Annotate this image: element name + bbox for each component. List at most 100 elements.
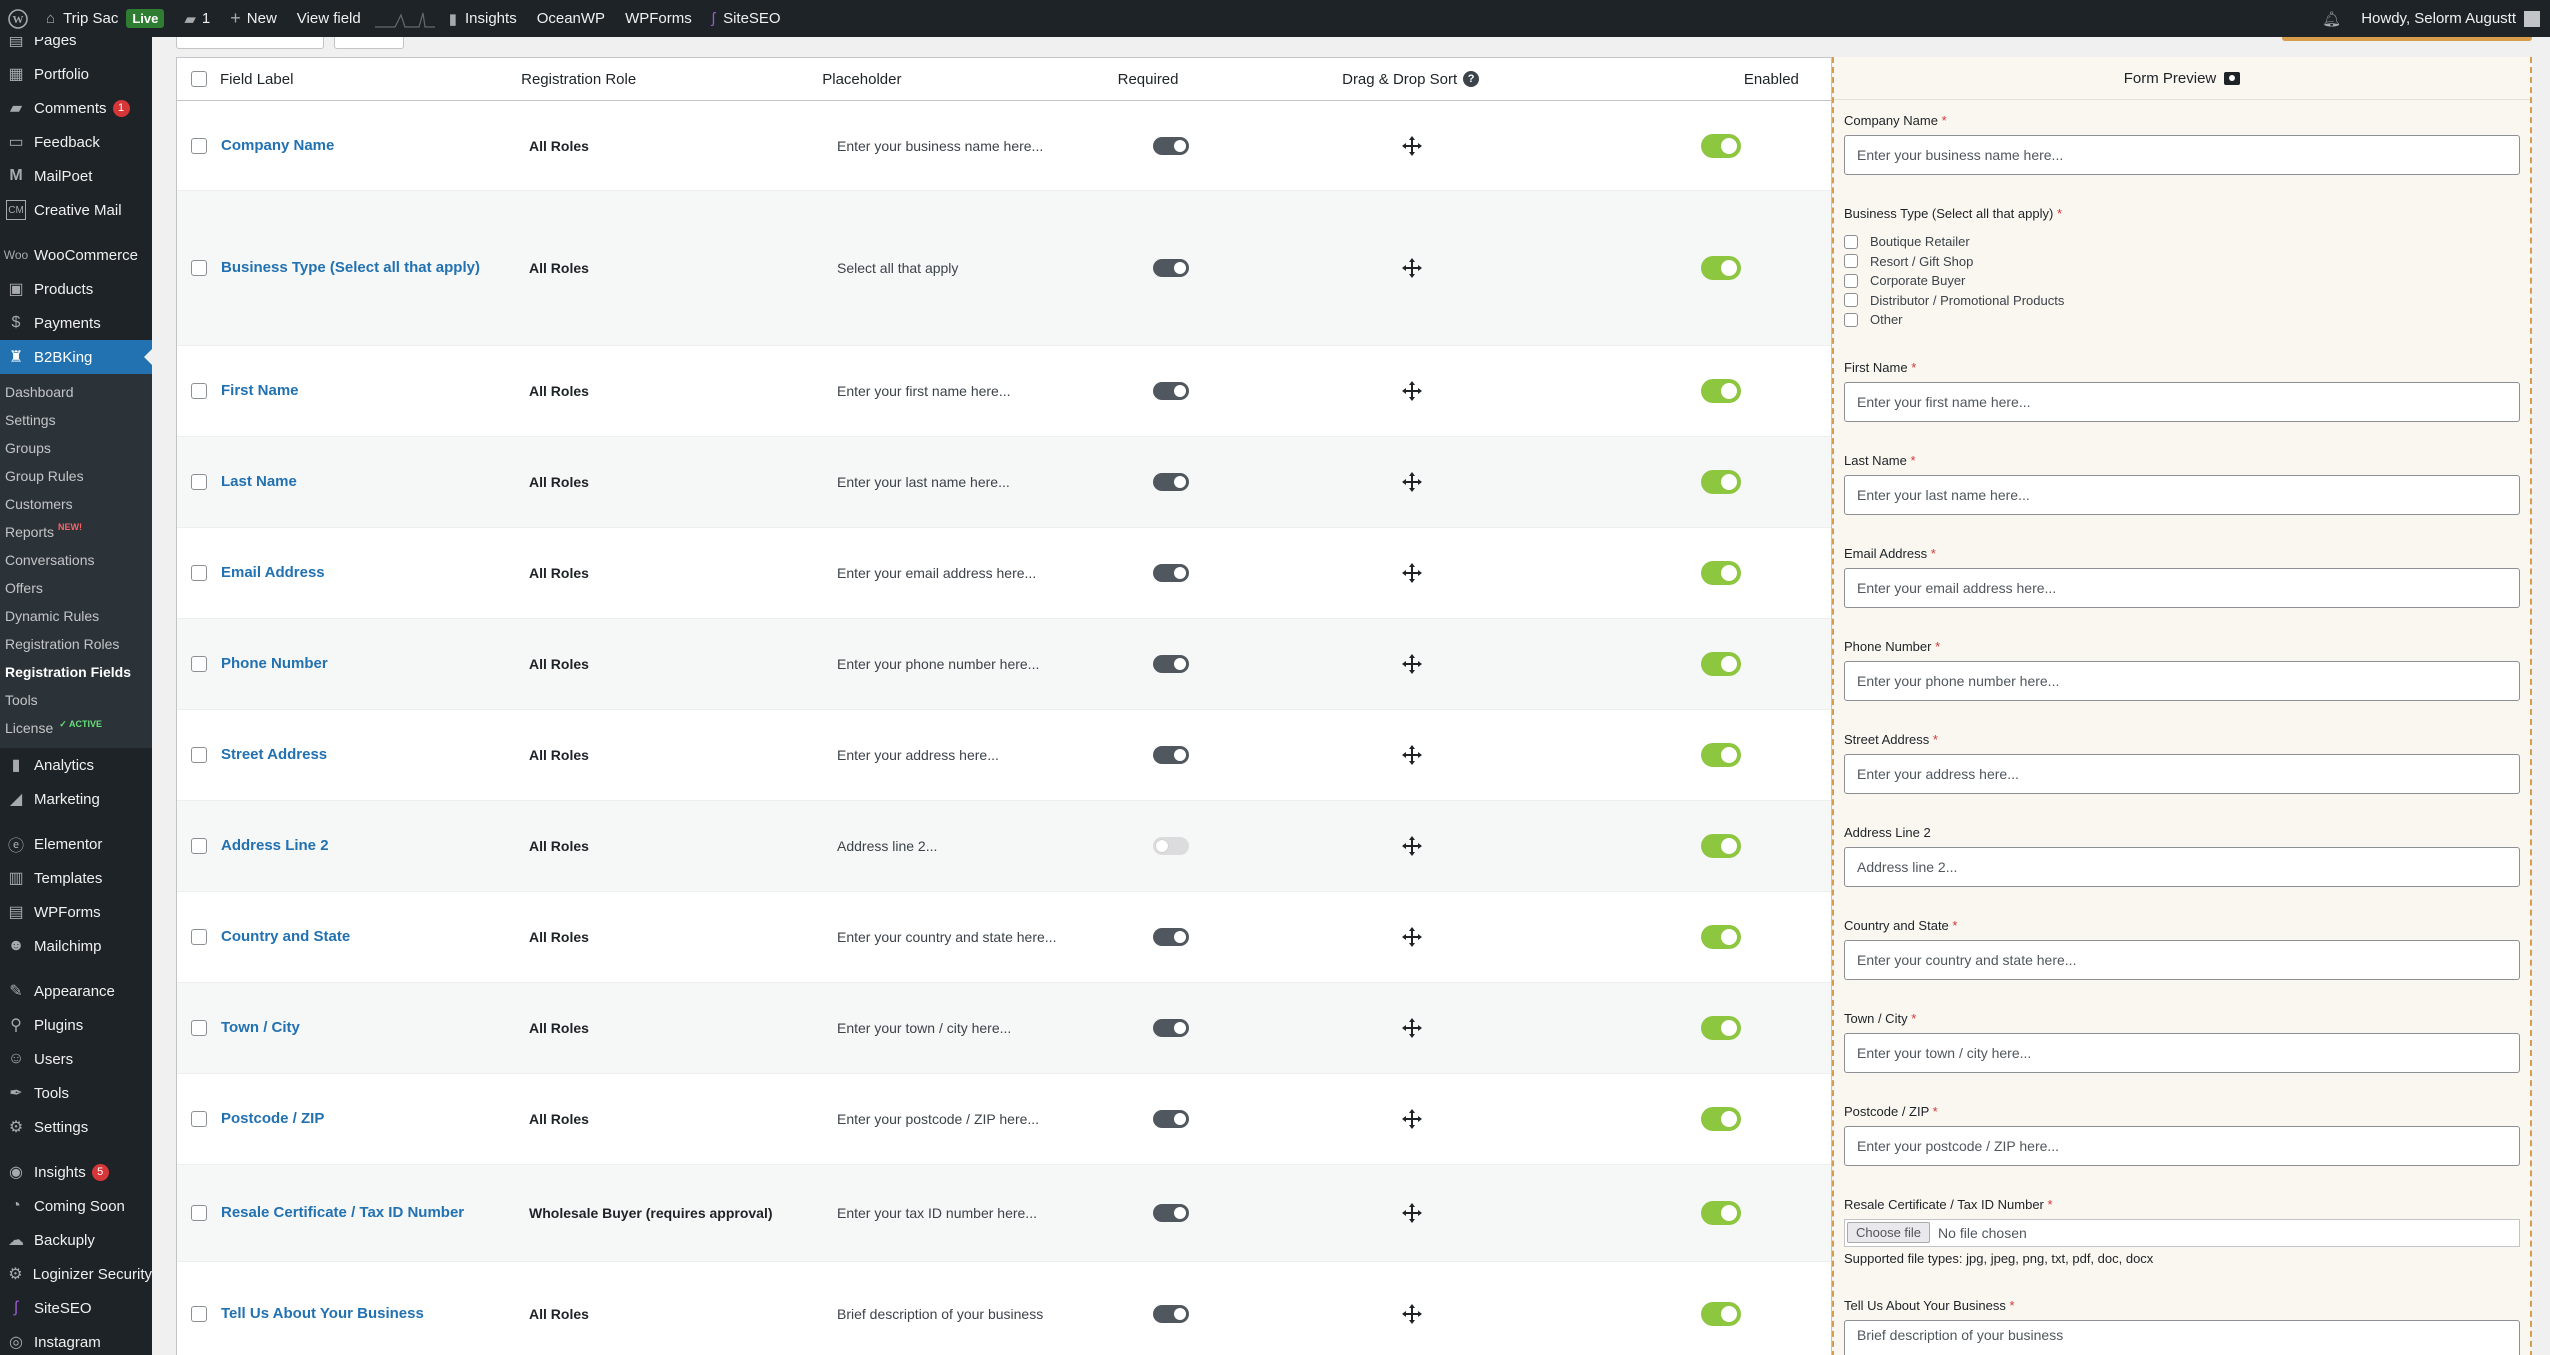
new-content-link[interactable]: + New xyxy=(220,0,287,37)
drag-handle-icon[interactable] xyxy=(1401,926,1423,948)
option-checkbox[interactable] xyxy=(1844,273,1858,288)
drag-handle-icon[interactable] xyxy=(1401,835,1423,857)
row-checkbox[interactable] xyxy=(191,260,207,276)
required-toggle[interactable] xyxy=(1153,655,1189,673)
sidebar-item-appearance[interactable]: ✎ Appearance xyxy=(0,974,152,1008)
enabled-toggle[interactable] xyxy=(1701,470,1741,494)
notifications-bell-icon[interactable]: 🔔︎ xyxy=(2312,0,2351,37)
submenu-item-registration-roles[interactable]: Registration Roles xyxy=(0,630,152,658)
row-checkbox[interactable] xyxy=(191,747,207,763)
required-toggle[interactable] xyxy=(1153,564,1189,582)
enabled-toggle[interactable] xyxy=(1701,652,1741,676)
field-label-link[interactable]: Country and State xyxy=(221,928,350,945)
preview-text-input[interactable]: Enter your phone number here... xyxy=(1844,660,2520,701)
sidebar-item-backuply[interactable]: ☁ Backuply xyxy=(0,1223,152,1257)
option-checkbox[interactable] xyxy=(1844,293,1858,308)
required-toggle[interactable] xyxy=(1153,837,1189,855)
sidebar-item-users[interactable]: ☺ Users xyxy=(0,1042,152,1076)
user-account-link[interactable]: Howdy, Selorm Augustt xyxy=(2351,0,2550,37)
help-icon[interactable]: ? xyxy=(1463,70,1480,87)
field-label-link[interactable]: Tell Us About Your Business xyxy=(221,1305,424,1322)
choose-file-button[interactable]: Choose file xyxy=(1847,1222,1931,1243)
row-checkbox[interactable] xyxy=(191,1205,207,1221)
preview-checkbox-option[interactable]: Distributor / Promotional Products xyxy=(1844,291,2520,311)
row-checkbox[interactable] xyxy=(191,565,207,581)
row-checkbox[interactable] xyxy=(191,383,207,399)
preview-textarea[interactable]: Brief description of your business xyxy=(1844,1319,2520,1355)
drag-handle-icon[interactable] xyxy=(1401,1303,1423,1325)
sidebar-item-siteseo[interactable]: ʃ SiteSEO xyxy=(0,1291,152,1325)
enabled-toggle[interactable] xyxy=(1701,1301,1741,1326)
sidebar-item-coming-soon[interactable]: ◔ Coming Soon xyxy=(0,1189,152,1223)
sidebar-item-analytics[interactable]: ▮ Analytics xyxy=(0,748,152,782)
enabled-toggle[interactable] xyxy=(1701,561,1741,585)
enabled-toggle[interactable] xyxy=(1701,1107,1741,1131)
enabled-toggle[interactable] xyxy=(1701,743,1741,767)
apply-button[interactable] xyxy=(334,37,404,49)
row-checkbox[interactable] xyxy=(191,656,207,672)
field-label-link[interactable]: Resale Certificate / Tax ID Number xyxy=(221,1204,464,1221)
column-header-placeholder[interactable]: Placeholder xyxy=(822,71,1124,88)
row-checkbox[interactable] xyxy=(191,929,207,945)
enabled-toggle[interactable] xyxy=(1701,1016,1741,1040)
preview-text-input[interactable]: Enter your business name here... xyxy=(1844,135,2520,175)
preview-text-input[interactable]: Enter your address here... xyxy=(1844,753,2520,794)
wpforms-link[interactable]: WPForms xyxy=(615,0,702,37)
preview-checkbox-option[interactable]: Resort / Gift Shop xyxy=(1844,252,2520,272)
drag-handle-icon[interactable] xyxy=(1401,653,1423,675)
required-toggle[interactable] xyxy=(1153,382,1189,400)
required-toggle[interactable] xyxy=(1153,136,1189,155)
submenu-item-reports[interactable]: Reports NEW! xyxy=(0,518,152,546)
field-label-link[interactable]: Town / City xyxy=(221,1019,300,1036)
field-label-link[interactable]: Address Line 2 xyxy=(221,837,329,854)
field-label-link[interactable]: Street Address xyxy=(221,746,327,763)
site-name-link[interactable]: ⌂ Trip Sac Live xyxy=(36,0,174,37)
submenu-item-customers[interactable]: Customers xyxy=(0,490,152,518)
submenu-item-license[interactable]: License ✓ ACTIVE xyxy=(0,714,152,742)
enabled-toggle[interactable] xyxy=(1701,1201,1741,1225)
drag-handle-icon[interactable] xyxy=(1401,1017,1423,1039)
row-checkbox[interactable] xyxy=(191,474,207,490)
field-label-link[interactable]: First Name xyxy=(221,382,299,399)
drag-handle-icon[interactable] xyxy=(1401,744,1423,766)
column-header-role[interactable]: Registration Role xyxy=(521,71,822,88)
preview-text-input[interactable]: Enter your last name here... xyxy=(1844,474,2520,515)
field-label-link[interactable]: Postcode / ZIP xyxy=(221,1110,324,1127)
view-field-link[interactable]: View field xyxy=(287,0,371,37)
drag-handle-icon[interactable] xyxy=(1401,1108,1423,1130)
enabled-toggle[interactable] xyxy=(1701,133,1741,158)
submenu-item-dynamic-rules[interactable]: Dynamic Rules xyxy=(0,602,152,630)
sidebar-item-tools[interactable]: ✒ Tools xyxy=(0,1076,152,1110)
submenu-item-groups[interactable]: Groups xyxy=(0,434,152,462)
submenu-item-conversations[interactable]: Conversations xyxy=(0,546,152,574)
row-checkbox[interactable] xyxy=(191,1111,207,1127)
field-label-link[interactable]: Email Address xyxy=(221,564,325,581)
sidebar-item-elementor[interactable]: ⓔ Elementor xyxy=(0,827,152,861)
preview-text-input[interactable]: Address line 2... xyxy=(1844,846,2520,887)
sidebar-item-portfolio[interactable]: ▦ Portfolio xyxy=(0,57,152,91)
sidebar-item-settings[interactable]: ⚙ Settings xyxy=(0,1110,152,1144)
insights-link[interactable]: ▮ Insights xyxy=(439,0,527,37)
submenu-item-group-rules[interactable]: Group Rules xyxy=(0,462,152,490)
required-toggle[interactable] xyxy=(1153,1204,1189,1222)
siteseo-link[interactable]: ʃ SiteSEO xyxy=(702,0,791,37)
required-toggle[interactable] xyxy=(1153,928,1189,946)
sidebar-item-insights[interactable]: ◉ Insights 5 xyxy=(0,1155,152,1189)
preview-checkbox-option[interactable]: Boutique Retailer xyxy=(1844,232,2520,252)
field-label-link[interactable]: Company Name xyxy=(221,137,334,154)
enabled-toggle[interactable] xyxy=(1701,925,1741,949)
row-checkbox[interactable] xyxy=(191,838,207,854)
required-toggle[interactable] xyxy=(1153,259,1189,277)
required-toggle[interactable] xyxy=(1153,1110,1189,1128)
drag-handle-icon[interactable] xyxy=(1401,257,1423,279)
column-header-field-label[interactable]: Field Label xyxy=(220,71,521,88)
enabled-toggle[interactable] xyxy=(1701,379,1741,403)
sidebar-item-instagram[interactable]: ◎ Instagram xyxy=(0,1325,152,1355)
select-all-checkbox[interactable] xyxy=(190,71,207,87)
sidebar-item-wpforms[interactable]: ▤ WPForms xyxy=(0,895,152,929)
preview-checkbox-option[interactable]: Other xyxy=(1844,310,2520,330)
option-checkbox[interactable] xyxy=(1844,312,1858,327)
file-upload-input[interactable]: Choose file No file chosen xyxy=(1844,1218,2520,1247)
drag-handle-icon[interactable] xyxy=(1401,135,1423,157)
sidebar-item-pages[interactable]: ▤ Pages xyxy=(0,37,152,57)
